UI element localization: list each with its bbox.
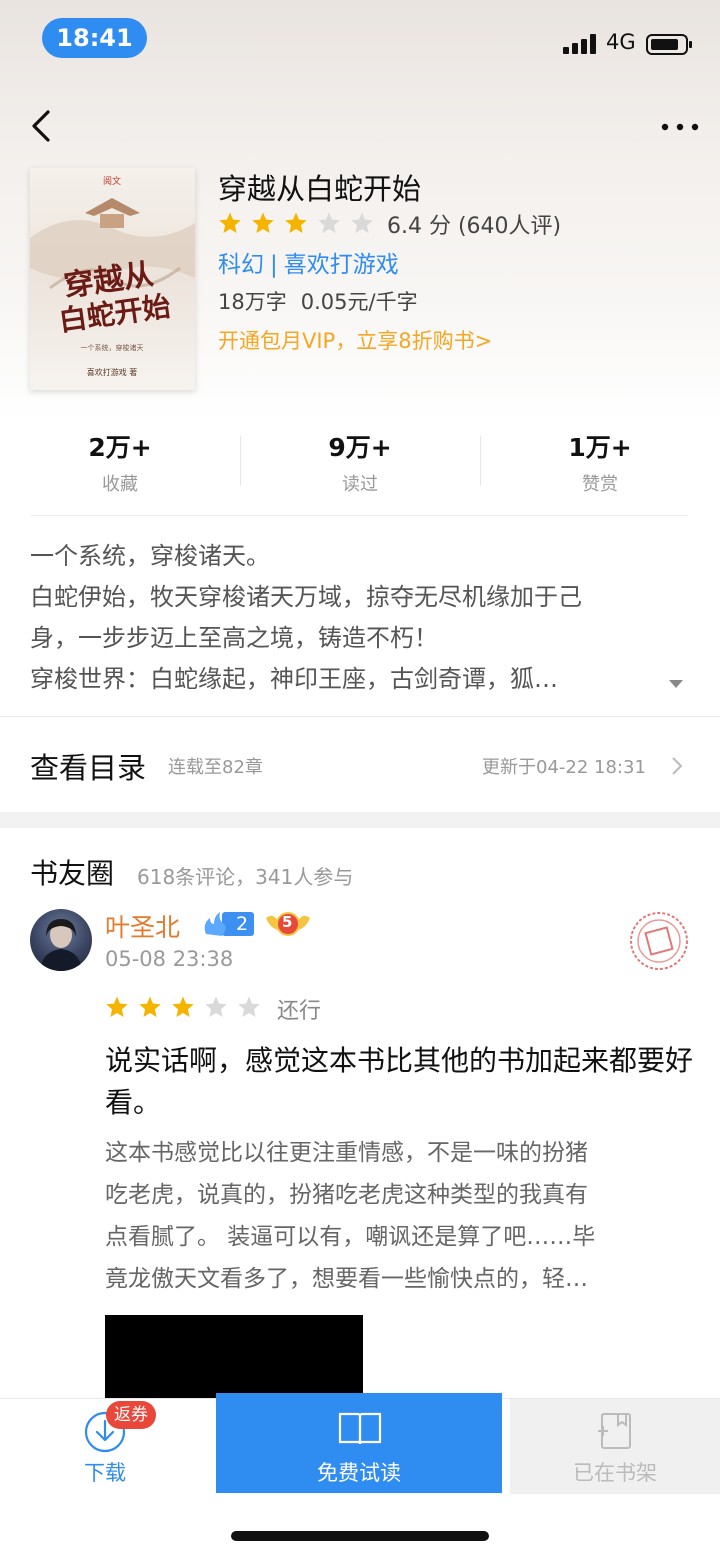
star-filled-icon [252, 212, 274, 233]
stat-label: 赞赏 [582, 474, 618, 495]
download-label[interactable]: 下载 [84, 1457, 126, 1487]
divider [0, 716, 720, 717]
book-open-icon[interactable] [338, 1408, 382, 1448]
comments-section-title[interactable]: 书友圈 [30, 852, 114, 892]
comments-count: 618条评论，341人参与 [137, 865, 354, 889]
intro-line: 白蛇伊始，牧天穿梭诸天万域，掠夺无尽机缘加于己 [30, 583, 582, 611]
catalog-status: 连载至82章 [168, 757, 263, 778]
vip-promo-link[interactable]: 开通包月VIP，立享8折购书> [218, 325, 492, 355]
featured-seal-icon [630, 912, 688, 970]
star-filled-icon [139, 996, 161, 1017]
tag-genre[interactable]: 科幻 [218, 252, 264, 278]
comment-body-line: 这本书感觉比以往更注重情感，不是一味的扮猪 [105, 1140, 588, 1166]
signal-icon [563, 34, 599, 54]
comment-body-line: 竟龙傲天文看多了，想要看一些愉快点的，轻… [105, 1266, 588, 1292]
comment-image[interactable] [105, 1315, 363, 1399]
bookshelf-icon [598, 1413, 631, 1449]
stats-row: 2万+ 收藏 9万+ 读过 1万+ 赞赏 [0, 420, 720, 515]
free-read-label[interactable]: 免费试读 [216, 1457, 502, 1487]
chevron-right-icon[interactable] [670, 755, 684, 777]
comment-rating-stars [105, 995, 270, 1019]
home-indicator[interactable] [231, 1531, 489, 1541]
rating-text: 6.4 分 (640人评) [387, 214, 562, 239]
status-time: 18:41 [42, 18, 147, 58]
coupon-badge: 返券 [106, 1401, 156, 1429]
on-shelf-label: 已在书架 [573, 1461, 657, 1485]
stat-favorites: 2万+ 收藏 [0, 420, 240, 515]
section-separator [0, 812, 720, 828]
comment-body-line: 吃老虎，说真的，扮猪吃老虎这种类型的我真有 [105, 1182, 588, 1208]
book-intro[interactable]: 一个系统，穿梭诸天。 白蛇伊始，牧天穿梭诸天万域，掠夺无尽机缘加于己 身，一步步… [30, 536, 670, 700]
star-empty-icon [238, 996, 260, 1017]
stat-readers: 9万+ 读过 [240, 420, 480, 515]
stat-value: 9万+ [328, 433, 392, 462]
stat-rewards: 1万+ 赞赏 [480, 420, 720, 515]
fan-level: 2 [236, 913, 249, 935]
stat-label: 收藏 [102, 474, 138, 495]
price: 0.05元/千字 [300, 290, 418, 314]
catalog-updated: 更新于04-22 18:31 [482, 757, 646, 778]
cover-publisher-logo: 阅文 [103, 175, 121, 187]
intro-line: 一个系统，穿梭诸天。 [30, 542, 270, 570]
more-icon[interactable] [658, 112, 702, 142]
stat-value: 2万+ [88, 433, 152, 462]
star-filled-icon [106, 996, 128, 1017]
intro-line: 身，一步步迈上至高之境，铸造不朽！ [30, 624, 438, 652]
star-filled-icon [219, 212, 241, 233]
network-label: 4G [606, 30, 636, 54]
star-filled-icon [285, 212, 307, 233]
battery-icon [646, 34, 692, 55]
tag-author[interactable]: 喜欢打游戏 [284, 252, 399, 278]
comment-headline[interactable]: 说实话啊，感觉这本书比其他的书加起来都要好看。 [105, 1040, 695, 1124]
catalog-title[interactable]: 查看目录 [30, 745, 146, 787]
star-filled-icon [172, 996, 194, 1017]
tag-separator: | [270, 252, 278, 278]
book-cover[interactable]: 阅文 穿越从 白蛇开始 一个系统，穿梭诸天 喜欢打游戏 著 [30, 168, 195, 390]
book-meta: 18万字 0.05元/千字 [218, 286, 418, 316]
comment-rating-word: 还行 [277, 999, 322, 1024]
stat-label: 读过 [342, 474, 378, 495]
comment-body-line: 点看腻了。 装逼可以有，嘲讽还是算了吧……毕 [105, 1224, 596, 1250]
word-count: 18万字 [218, 290, 287, 314]
star-empty-icon [318, 212, 340, 233]
comment-user-name[interactable]: 叶圣北 [105, 908, 180, 944]
star-empty-icon [205, 996, 227, 1017]
expand-down-icon[interactable] [667, 678, 685, 690]
book-title: 穿越从白蛇开始 [218, 172, 422, 206]
star-empty-icon [351, 212, 373, 233]
cover-tagline: 一个系统，穿梭诸天 [81, 343, 144, 352]
rating-stars [218, 211, 383, 235]
comment-body[interactable]: 这本书感觉比以往更注重情感，不是一味的扮猪 吃老虎，说真的，扮猪吃老虎这种类型的… [105, 1132, 695, 1300]
intro-line: 穿梭世界：白蛇缘起，神印王座，古剑奇谭，狐… [30, 665, 558, 693]
vip-level: 5 [282, 913, 293, 931]
comment-time: 05-08 23:38 [105, 947, 234, 971]
back-icon[interactable] [24, 106, 64, 146]
book-tags: 科幻 | 喜欢打游戏 [218, 245, 399, 279]
avatar[interactable] [30, 909, 92, 971]
cover-author: 喜欢打游戏 著 [87, 367, 138, 377]
stat-value: 1万+ [568, 433, 632, 462]
divider [30, 515, 688, 516]
